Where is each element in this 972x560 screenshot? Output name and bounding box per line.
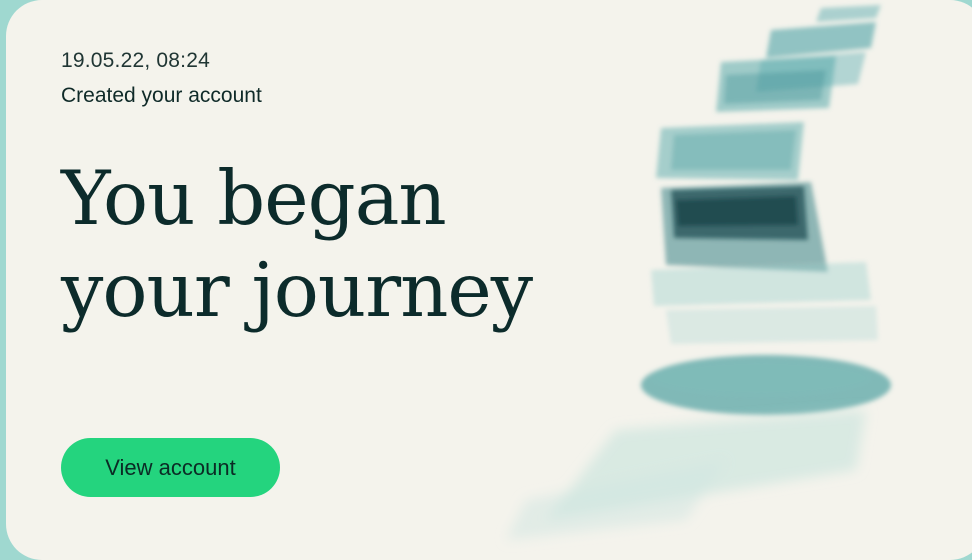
timestamp: 19.05.22, 08:24 bbox=[61, 49, 210, 72]
view-account-button[interactable]: View account bbox=[61, 438, 280, 497]
event-label: Created your account bbox=[61, 84, 262, 107]
headline-line-2: your journey bbox=[61, 246, 533, 334]
headline-line-1: You began bbox=[61, 154, 447, 242]
journey-card: 19.05.22, 08:24 Created your account You… bbox=[6, 0, 972, 560]
headline: You began your journey bbox=[61, 152, 533, 336]
